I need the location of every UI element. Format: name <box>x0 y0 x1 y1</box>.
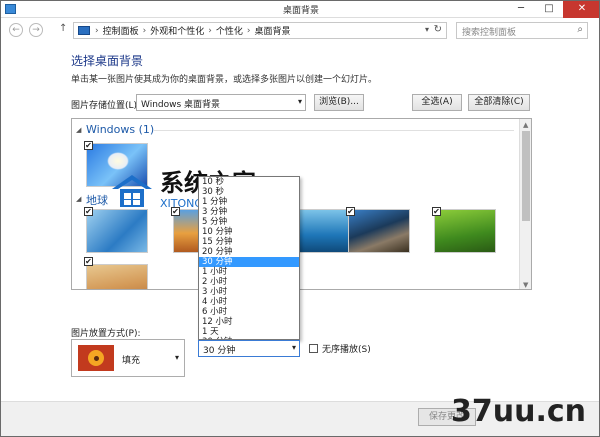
chevron-down-icon[interactable]: ▾ <box>425 25 429 34</box>
scrollbar-thumb[interactable] <box>522 131 530 221</box>
breadcrumb-appearance[interactable]: 外观和个性化 <box>150 24 204 37</box>
interval-option[interactable]: 30 分钟 <box>199 257 299 267</box>
search-input[interactable]: 搜索控制面板 ⌕ <box>456 22 588 39</box>
chevron-down-icon: ▾ <box>174 353 179 362</box>
location-select[interactable]: Windows 桌面背景 ▾ <box>136 94 306 111</box>
checkbox-wallpaper-6[interactable]: ✔ <box>432 207 441 216</box>
collapse-arrow-icon[interactable]: ◢ <box>76 195 81 203</box>
interval-option[interactable]: 20 分钟 <box>199 247 299 257</box>
location-label: 图片存储位置(L): <box>71 101 141 111</box>
position-label: 图片放置方式(P): <box>71 329 141 339</box>
vertical-scrollbar[interactable]: ▲ ▼ <box>519 119 531 289</box>
checkbox-wallpaper-5[interactable]: ✔ <box>346 207 355 216</box>
watermark-site: 37uu.cn <box>451 394 586 429</box>
forward-button[interactable]: → <box>29 23 43 37</box>
up-button[interactable]: ↑ <box>59 23 67 34</box>
control-panel-icon <box>78 26 90 35</box>
refresh-icon[interactable]: ↻ <box>434 24 442 35</box>
shuffle-label: 无序播放(S) <box>322 345 371 355</box>
breadcrumb-separator: › <box>246 25 251 36</box>
back-button[interactable]: ← <box>9 23 23 37</box>
interval-select[interactable]: 30 分钟 ▾ <box>198 340 300 357</box>
interval-option[interactable]: 1 分钟 <box>199 197 299 207</box>
checkbox-wallpaper-2[interactable]: ✔ <box>84 207 93 216</box>
interval-value: 30 分钟 <box>203 346 236 356</box>
breadcrumb-separator: › <box>208 25 212 36</box>
shuffle-checkbox[interactable] <box>309 344 318 353</box>
breadcrumb-control-panel[interactable]: 控制面板 <box>103 24 139 37</box>
chevron-down-icon: ▾ <box>297 97 302 106</box>
scroll-down-icon[interactable]: ▼ <box>523 281 528 289</box>
interval-option[interactable]: 6 小时 <box>199 307 299 317</box>
address-bar[interactable]: › 控制面板 › 外观和个性化 › 个性化 › 桌面背景 ▾ ↻ <box>73 22 447 39</box>
select-all-button[interactable]: 全选(A) <box>412 94 462 111</box>
wallpaper-thumbnail-dunes[interactable] <box>86 264 148 289</box>
shuffle-option[interactable]: 无序播放(S) <box>309 342 371 355</box>
chevron-down-icon: ▾ <box>291 343 296 352</box>
search-icon[interactable]: ⌕ <box>577 24 583 35</box>
interval-option[interactable]: 3 分钟 <box>199 207 299 217</box>
breadcrumb-separator: › <box>142 25 147 36</box>
group-header-windows[interactable]: Windows (1) <box>86 123 154 136</box>
position-value: 填充 <box>122 356 141 366</box>
wallpaper-thumbnail-road[interactable] <box>348 209 410 253</box>
title-bar: 桌面背景 ─ □ ✕ <box>1 1 599 18</box>
scroll-up-icon[interactable]: ▲ <box>523 121 528 129</box>
page-description: 单击某一张图片使其成为你的桌面背景，或选择多张图片以创建一个幻灯片。 <box>71 75 378 85</box>
checkbox-wallpaper-7[interactable]: ✔ <box>84 257 93 266</box>
desktop-background-window: 桌面背景 ─ □ ✕ ← → ↑ › 控制面板 › 外观和个性化 › 个性化 ›… <box>0 0 600 437</box>
position-select[interactable]: 填充 ▾ <box>71 339 185 377</box>
navigation-bar: ← → ↑ › 控制面板 › 外观和个性化 › 个性化 › 桌面背景 ▾ ↻ 搜… <box>1 19 599 41</box>
breadcrumb-desktop-background[interactable]: 桌面背景 <box>254 24 290 37</box>
interval-option[interactable]: 30 秒 <box>199 187 299 197</box>
interval-option[interactable]: 4 小时 <box>199 297 299 307</box>
interval-option[interactable]: 10 秒 <box>199 177 299 187</box>
interval-option[interactable]: 1 天 <box>199 327 299 337</box>
browse-button[interactable]: 浏览(B)... <box>314 94 364 111</box>
clear-all-button[interactable]: 全部清除(C) <box>468 94 530 111</box>
group-divider <box>154 130 514 131</box>
interval-option[interactable]: 12 小时 <box>199 317 299 327</box>
position-preview-image <box>78 345 114 371</box>
interval-option[interactable]: 3 小时 <box>199 287 299 297</box>
group-header-earth[interactable]: 地球 <box>86 192 108 208</box>
interval-dropdown-list[interactable]: 10 秒 30 秒1 分钟 3 分钟 5 分钟 10 分钟 15 分钟 20 分钟 30 分钟… <box>198 176 300 340</box>
maximize-button[interactable]: □ <box>535 1 563 18</box>
location-value: Windows 桌面背景 <box>141 100 221 110</box>
interval-option[interactable]: 1 小时 <box>199 267 299 277</box>
breadcrumb-personalization[interactable]: 个性化 <box>216 24 243 37</box>
interval-option[interactable]: 15 分钟 <box>199 237 299 247</box>
interval-option[interactable]: 5 分钟 <box>199 217 299 227</box>
interval-option[interactable]: 2 小时 <box>199 277 299 287</box>
minimize-button[interactable]: ─ <box>507 1 535 18</box>
page-title: 选择桌面背景 <box>71 54 144 68</box>
close-button[interactable]: ✕ <box>563 1 599 18</box>
breadcrumb-separator: › <box>95 25 99 36</box>
search-placeholder: 搜索控制面板 <box>462 28 517 38</box>
collapse-arrow-icon[interactable]: ◢ <box>76 126 81 134</box>
wallpaper-thumbnail-field[interactable] <box>434 209 496 253</box>
interval-option[interactable]: 10 分钟 <box>199 227 299 237</box>
checkbox-wallpaper-1[interactable]: ✔ <box>84 141 93 150</box>
